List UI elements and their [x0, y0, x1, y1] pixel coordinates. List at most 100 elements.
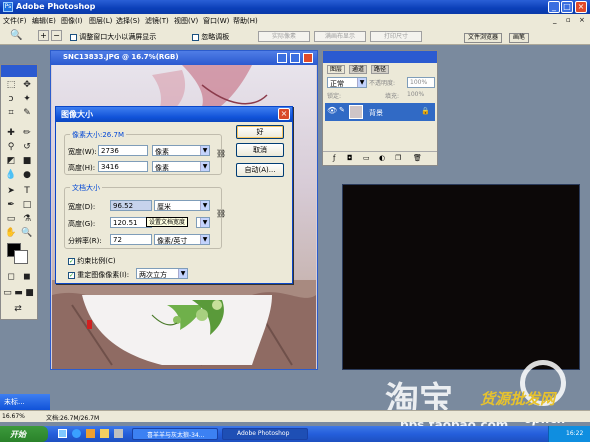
tab-brushes[interactable]: 画笔: [509, 33, 530, 43]
doc-close-button[interactable]: [303, 53, 313, 63]
hand-tool-icon[interactable]: ✋: [4, 227, 18, 239]
type-tool-icon[interactable]: T: [20, 185, 34, 197]
new-layer-icon[interactable]: ❐: [395, 154, 401, 162]
resolution-input[interactable]: 72: [110, 234, 152, 245]
zoom-in-icon[interactable]: +: [38, 30, 49, 41]
close-button[interactable]: ×: [575, 1, 587, 13]
start-button[interactable]: 开始: [0, 426, 48, 442]
opacity-input[interactable]: 100%: [407, 77, 435, 88]
pixel-height-unit-select[interactable]: 像素 ▼: [152, 161, 210, 172]
zoom-tool-box-icon[interactable]: 🔍: [20, 227, 34, 239]
resolution-unit-value: 像素/英寸: [157, 237, 188, 245]
status-zoom[interactable]: 16.67%: [2, 413, 25, 420]
screen-mode-full-icon[interactable]: ■: [24, 287, 35, 299]
pixel-width-unit-select[interactable]: 像素 ▼: [152, 145, 210, 156]
blend-mode-select[interactable]: 正常 ▼: [327, 77, 367, 88]
quicklaunch-folder-icon[interactable]: [100, 429, 109, 438]
clone-stamp-icon[interactable]: ⚲: [4, 141, 18, 153]
menu-image[interactable]: 图像(I): [61, 16, 83, 26]
tab-file-browser[interactable]: 文件浏览器: [464, 33, 503, 43]
notes-tool-icon[interactable]: ▭: [4, 213, 18, 225]
eye-icon[interactable]: 👁: [327, 106, 337, 115]
actual-pixels-button[interactable]: 实际像素: [258, 31, 310, 42]
black-canvas[interactable]: [342, 184, 580, 370]
dialog-close-button[interactable]: ×: [278, 108, 290, 120]
path-selection-icon[interactable]: ➤: [4, 185, 18, 197]
tab-channels[interactable]: 通道: [349, 65, 368, 74]
resample-checkbox[interactable]: ✓: [68, 271, 75, 279]
blur-tool-icon[interactable]: 💧: [4, 169, 18, 181]
fit-screen-button[interactable]: 满画布显示: [314, 31, 366, 42]
minimized-document[interactable]: 未标...: [0, 394, 50, 410]
screen-mode-full-menu-icon[interactable]: ▬: [13, 287, 24, 299]
adjustment-layer-icon[interactable]: ◐: [379, 154, 385, 162]
standard-mode-icon[interactable]: ◻: [4, 271, 18, 283]
fit-window-checkbox[interactable]: [70, 33, 77, 41]
quicklaunch-extra-icon[interactable]: [114, 429, 123, 438]
menu-select[interactable]: 选择(S): [116, 16, 140, 26]
pixel-width-input[interactable]: 2736: [98, 145, 148, 156]
magic-wand-icon[interactable]: ✦: [20, 93, 34, 105]
history-brush-icon[interactable]: ↺: [20, 141, 34, 153]
layer-row-background[interactable]: 👁 ✎ 背景 🔒: [325, 103, 435, 121]
screen-mode-standard-icon[interactable]: ▭: [2, 287, 13, 299]
doc-width-input[interactable]: 96.52: [110, 200, 152, 211]
quicklaunch-ie-icon[interactable]: [72, 429, 81, 438]
quicklaunch-desktop-icon[interactable]: [58, 429, 67, 438]
eraser-tool-icon[interactable]: ◩: [4, 155, 18, 167]
cancel-button[interactable]: 取消: [236, 143, 284, 157]
ignore-palettes-checkbox[interactable]: [192, 33, 199, 41]
shape-tool-icon[interactable]: □: [20, 199, 34, 211]
tab-layers[interactable]: 图层: [327, 65, 346, 74]
minimize-button[interactable]: _: [548, 1, 560, 13]
doc-minimize-button[interactable]: [277, 53, 287, 63]
menu-filter[interactable]: 滤镜(T): [145, 16, 169, 26]
crop-tool-icon[interactable]: ⌗: [4, 107, 18, 119]
zoom-out-icon[interactable]: −: [51, 30, 62, 41]
doc-height-unit-select[interactable]: ▼: [196, 217, 210, 228]
app-menu-restore-icon[interactable]: ▫: [566, 16, 571, 24]
photoshop-logo-icon: Ps: [3, 2, 13, 12]
menu-help[interactable]: 帮助(H): [233, 16, 258, 26]
quicklaunch-media-icon[interactable]: [86, 429, 95, 438]
resample-method-select[interactable]: 两次立方 ▼: [136, 268, 188, 279]
slice-tool-icon[interactable]: ✎: [20, 107, 34, 119]
menu-view[interactable]: 视图(V): [174, 16, 198, 26]
zoom-tool-icon[interactable]: 🔍: [10, 30, 22, 41]
menu-file[interactable]: 文件(F): [3, 16, 27, 26]
doc-maximize-button[interactable]: [290, 53, 300, 63]
menu-layer[interactable]: 图层(L): [89, 16, 112, 26]
jump-to-imageready-icon[interactable]: ⇄: [11, 303, 25, 315]
pen-tool-icon[interactable]: ✒: [4, 199, 18, 211]
healing-brush-icon[interactable]: ✚: [4, 127, 18, 139]
task-photoshop[interactable]: Adobe Photoshop: [222, 428, 308, 440]
layer-mask-icon[interactable]: ◘: [347, 154, 353, 162]
layer-style-icon[interactable]: ƒ: [333, 154, 335, 162]
maximize-button[interactable]: □: [561, 1, 573, 13]
quickmask-mode-icon[interactable]: ◼: [20, 271, 34, 283]
eyedropper-icon[interactable]: ⚗: [20, 213, 34, 225]
menu-edit[interactable]: 编辑(E): [32, 16, 56, 26]
menu-window[interactable]: 窗口(W): [203, 16, 229, 26]
new-set-icon[interactable]: ▭: [363, 154, 370, 162]
move-tool-icon[interactable]: ✥: [20, 79, 34, 91]
brush-tool-icon[interactable]: ✏: [20, 127, 34, 139]
dodge-tool-icon[interactable]: ●: [20, 169, 34, 181]
marquee-tool-icon[interactable]: ⬚: [4, 79, 18, 91]
tab-paths[interactable]: 路径: [371, 65, 390, 74]
pixel-height-input[interactable]: 3416: [98, 161, 148, 172]
constrain-proportions-checkbox[interactable]: ✓: [68, 257, 75, 265]
trash-icon[interactable]: 🗑: [413, 154, 422, 162]
print-size-button[interactable]: 打印尺寸: [370, 31, 422, 42]
lasso-tool-icon[interactable]: ↄ: [4, 93, 18, 105]
auto-button[interactable]: 自动(A)...: [236, 163, 284, 177]
task-video[interactable]: 喜羊羊与灰太狼-34...: [132, 428, 218, 440]
background-color-swatch[interactable]: [14, 250, 28, 264]
app-menu-close-icon[interactable]: ×: [579, 16, 585, 24]
gradient-tool-icon[interactable]: ■: [20, 155, 34, 167]
ok-button[interactable]: 好: [236, 125, 284, 139]
resolution-unit-select[interactable]: 像素/英寸 ▼: [154, 234, 210, 245]
doc-width-unit-select[interactable]: 厘米 ▼: [154, 200, 210, 211]
app-menu-minimize-icon[interactable]: _: [553, 16, 557, 24]
resample-method-value: 两次立方: [139, 271, 167, 279]
